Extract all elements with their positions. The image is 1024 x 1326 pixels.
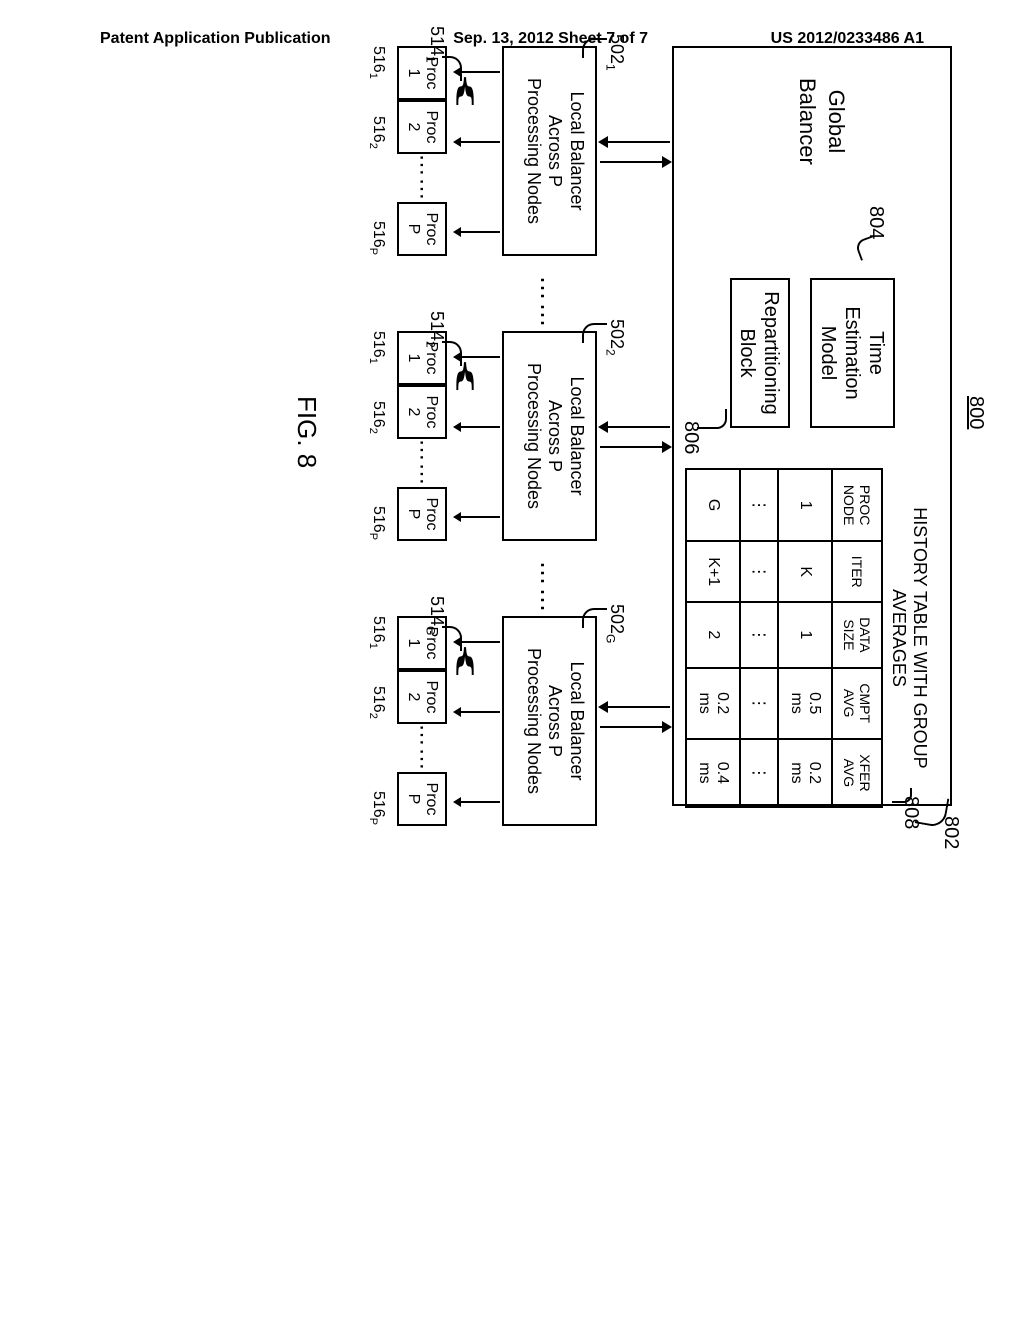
local-balancer-box-G: Local Balancer Across P Processing Nodes <box>502 616 597 826</box>
local-balancer-box-1: Local Balancer Across P Processing Nodes <box>502 46 597 256</box>
group-dots-icon: ⋯⋯ <box>528 276 557 330</box>
ref-516-1: 5161 <box>367 331 387 364</box>
ref-516-P: 516P <box>367 791 387 825</box>
group-dots-icon: ⋯⋯ <box>528 561 557 615</box>
arrow-up-icon <box>600 726 670 728</box>
ref-800: 800 <box>964 396 987 429</box>
leader-502-G <box>582 608 607 628</box>
proc-row-1: Proc 1 Proc 2 ⋯⋯ Proc P <box>397 46 447 256</box>
arrow-down-icon <box>455 231 500 233</box>
diagram-content: 800 802 804 806 808 Global Balancer Time… <box>0 166 1024 1190</box>
ref-516-1: 5161 <box>367 616 387 649</box>
history-table: PROC NODE ITER DATA SIZE CMPT AVG XFER A… <box>685 468 883 808</box>
figure-8-diagram: 800 802 804 806 808 Global Balancer Time… <box>252 26 952 1326</box>
proc-dots-icon: ⋯⋯ <box>409 724 435 772</box>
col-xfer-avg: XFER AVG <box>832 739 882 807</box>
leader-514-2 <box>442 341 462 366</box>
proc-P: Proc P <box>397 202 447 256</box>
history-title: HISTORY TABLE WITH GROUP AVERAGES <box>888 468 930 808</box>
arrow-up-icon <box>600 161 670 163</box>
ref-516-2: 5162 <box>367 686 387 719</box>
ref-516-P: 516P <box>367 221 387 255</box>
proc-dots-icon: ⋯⋯ <box>409 439 435 487</box>
local-group-2: 5022 Local Balancer Across P Processing … <box>397 331 597 541</box>
col-data-size: DATA SIZE <box>832 602 882 667</box>
proc-2: Proc 2 <box>397 100 447 154</box>
leader-514-G <box>442 626 462 651</box>
arrow-down-icon <box>600 706 670 708</box>
leader-514-1 <box>442 56 462 81</box>
brace-icon: ⏟ <box>456 367 474 503</box>
proc-2: Proc 2 <box>397 385 447 439</box>
leader-502-1 <box>582 38 607 58</box>
ref-516-1: 5161 <box>367 46 387 79</box>
brace-icon: ⏟ <box>456 652 474 788</box>
proc-row-G: Proc 1 Proc 2 ⋯⋯ Proc P <box>397 616 447 826</box>
arrow-down-icon <box>455 801 500 803</box>
col-iter: ITER <box>832 541 882 602</box>
figure-label: FIG. 8 <box>291 396 322 468</box>
ref-516-2: 5162 <box>367 116 387 149</box>
proc-row-2: Proc 1 Proc 2 ⋯⋯ Proc P <box>397 331 447 541</box>
arrow-down-icon <box>455 516 500 518</box>
proc-2: Proc 2 <box>397 670 447 724</box>
proc-dots-icon: ⋯⋯ <box>409 154 435 202</box>
table-header-row: PROC NODE ITER DATA SIZE CMPT AVG XFER A… <box>832 469 882 807</box>
table-row: ⋮ ⋮ ⋮ ⋮ ⋮ <box>740 469 778 807</box>
ref-516-P: 516P <box>367 506 387 540</box>
history-table-wrap: HISTORY TABLE WITH GROUP AVERAGES PROC N… <box>685 468 930 808</box>
proc-P: Proc P <box>397 487 447 541</box>
brace-icon: ⏟ <box>456 82 474 218</box>
global-balancer-box: Global Balancer Time Estimation Model Re… <box>672 46 952 806</box>
leader-502-2 <box>582 323 607 343</box>
arrow-up-icon <box>600 446 670 448</box>
col-proc-node: PROC NODE <box>832 469 882 541</box>
proc-P: Proc P <box>397 772 447 826</box>
table-row: G K+1 2 0.2 ms 0.4 ms <box>686 469 740 807</box>
col-cmpt-avg: CMPT AVG <box>832 668 882 739</box>
table-row: 1 K 1 0.5 ms 0.2 ms <box>778 469 832 807</box>
time-estimation-box: Time Estimation Model <box>810 278 895 428</box>
local-balancer-box-2: Local Balancer Across P Processing Nodes <box>502 331 597 541</box>
local-group-G: 502G Local Balancer Across P Processing … <box>397 616 597 826</box>
local-group-1: 5021 Local Balancer Across P Processing … <box>397 46 597 256</box>
arrow-down-icon <box>600 426 670 428</box>
arrow-down-icon <box>600 141 670 143</box>
global-balancer-title: Global Balancer <box>793 78 850 165</box>
ref-516-2: 5162 <box>367 401 387 434</box>
repartitioning-box: Repartitioning Block <box>730 278 790 428</box>
